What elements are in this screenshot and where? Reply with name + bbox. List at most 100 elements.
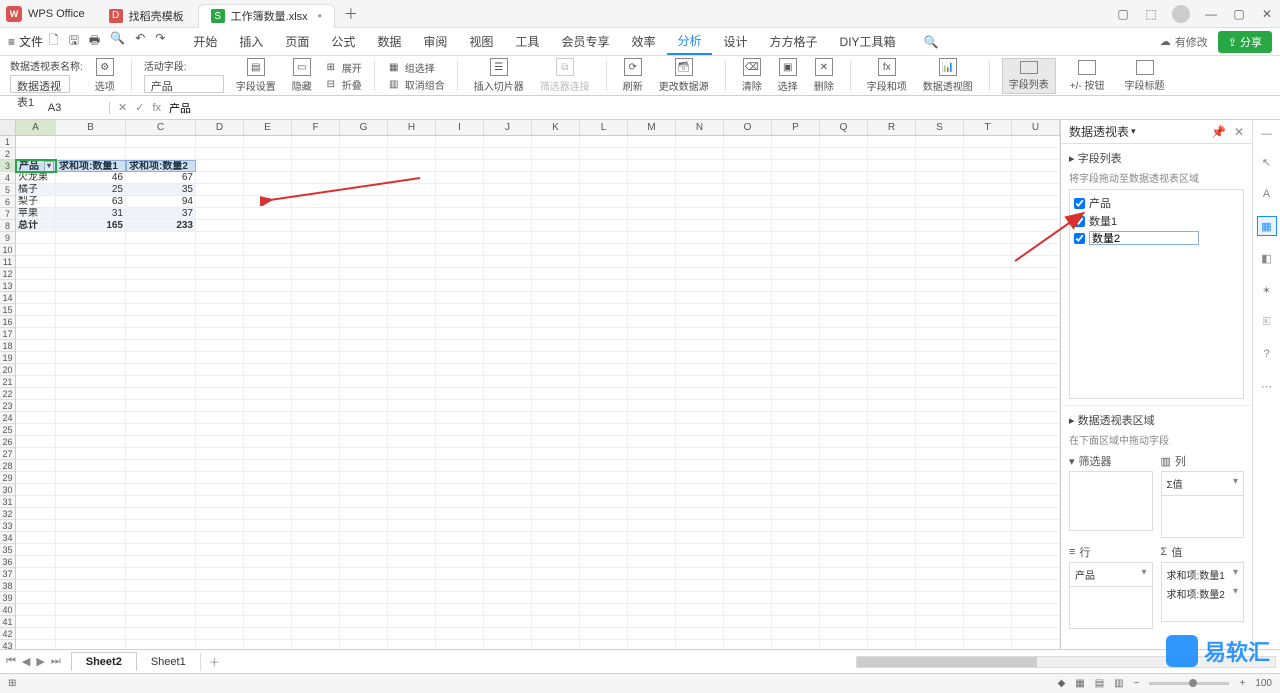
sheet-tab-sheet1[interactable]: Sheet1 bbox=[137, 653, 201, 671]
box-icon[interactable]: ⬚ bbox=[1144, 7, 1158, 21]
values-drop-area[interactable]: 求和项:数量1▾ 求和项:数量2▾ bbox=[1161, 562, 1245, 622]
clear-button[interactable]: ⌫ 清除 bbox=[738, 56, 766, 95]
props-tool-icon[interactable]: ◧ bbox=[1257, 248, 1277, 268]
chevron-down-icon[interactable]: ▾ bbox=[1233, 476, 1238, 491]
new-icon[interactable]: 🗋 bbox=[49, 31, 59, 52]
menu-eff[interactable]: 效率 bbox=[621, 29, 665, 54]
redo-icon[interactable]: ↷ bbox=[155, 31, 165, 52]
rows-drop-area[interactable]: 产品▾ bbox=[1069, 562, 1153, 587]
preview-icon[interactable]: 🔍 bbox=[110, 31, 125, 52]
chevron-down-icon[interactable]: ▾ bbox=[1233, 567, 1238, 582]
settings-tool-icon[interactable]: ✶ bbox=[1257, 280, 1277, 300]
hide-button[interactable]: ▭ 隐藏 bbox=[288, 56, 316, 95]
sheet-prev-icon[interactable]: ◀ bbox=[20, 655, 32, 668]
menu-ffgz[interactable]: 方方格子 bbox=[760, 29, 828, 54]
sheet-first-icon[interactable]: ⏮ bbox=[4, 655, 18, 668]
columns-drop-area[interactable]: Σ值▾ bbox=[1161, 471, 1245, 496]
checkbox[interactable] bbox=[1074, 216, 1085, 227]
tab-template[interactable]: D 找稻壳模板 bbox=[97, 4, 196, 28]
pivot-tool-icon[interactable]: ▦ bbox=[1257, 216, 1277, 236]
collapse-button[interactable]: ⊟折叠 bbox=[324, 77, 362, 92]
close-icon[interactable]: • bbox=[318, 9, 322, 23]
chevron-down-icon[interactable]: ▾ bbox=[1131, 126, 1136, 137]
backup-tool-icon[interactable]: 🗉 bbox=[1257, 312, 1277, 332]
ungroup-button[interactable]: ▥取消组合 bbox=[387, 77, 445, 92]
options-button[interactable]: ⚙ 选项 bbox=[91, 56, 119, 95]
tab-add-button[interactable]: ＋ bbox=[341, 4, 361, 24]
delete-button[interactable]: ✕ 删除 bbox=[810, 56, 838, 95]
menu-view[interactable]: 视图 bbox=[459, 29, 503, 54]
menu-design[interactable]: 设计 bbox=[714, 29, 758, 54]
mode-icon[interactable]: ⊞ bbox=[8, 678, 16, 689]
tab-workbook[interactable]: S 工作簿数量.xlsx • bbox=[198, 4, 335, 28]
field-qty1[interactable]: 数量1 bbox=[1074, 212, 1239, 230]
menu-insert[interactable]: 插入 bbox=[229, 29, 273, 54]
columns-drop-area-ext[interactable] bbox=[1161, 496, 1245, 538]
menu-page[interactable]: 页面 bbox=[275, 29, 319, 54]
view-normal-icon[interactable]: ▦ bbox=[1075, 678, 1084, 689]
menu-member[interactable]: 会员专享 bbox=[551, 29, 619, 54]
style-tool-icon[interactable]: A bbox=[1257, 184, 1277, 204]
select-all-corner[interactable] bbox=[0, 120, 16, 135]
checkbox[interactable] bbox=[1074, 233, 1085, 244]
menu-start[interactable]: 开始 bbox=[183, 29, 227, 54]
check-icon[interactable]: ✓ bbox=[135, 101, 144, 114]
view-break-icon[interactable]: ▥ bbox=[1114, 678, 1123, 689]
stats-icon[interactable]: ◆ bbox=[1058, 678, 1066, 689]
undo-icon[interactable]: ↶ bbox=[135, 31, 145, 52]
field-edit-input[interactable] bbox=[1089, 231, 1199, 245]
pivot-chart-button[interactable]: 📊 数据透视图 bbox=[919, 56, 977, 95]
chevron-down-icon[interactable]: ▾ bbox=[1141, 567, 1146, 582]
group-select-button[interactable]: ▦组选择 bbox=[387, 60, 445, 75]
field-qty2[interactable] bbox=[1074, 230, 1239, 246]
minimize-icon[interactable]: — bbox=[1204, 7, 1218, 21]
area-item[interactable]: Σ值▾ bbox=[1164, 474, 1242, 493]
rows-drop-area-ext[interactable] bbox=[1069, 587, 1153, 629]
search-icon[interactable]: 🔍 bbox=[924, 35, 939, 49]
close-icon[interactable]: ✕ bbox=[1234, 125, 1244, 139]
avatar[interactable] bbox=[1172, 5, 1190, 23]
more-icon[interactable]: ⋯ bbox=[1257, 376, 1277, 396]
area-item[interactable]: 求和项:数量1▾ bbox=[1164, 565, 1242, 584]
field-list-box[interactable]: 产品 数量1 bbox=[1069, 189, 1244, 399]
share-button[interactable]: ⇪ 分享 bbox=[1218, 31, 1272, 53]
area-item[interactable]: 求和项:数量2▾ bbox=[1164, 584, 1242, 603]
plusminus-toggle[interactable]: +/- 按钮 bbox=[1064, 58, 1111, 94]
sheet-next-icon[interactable]: ▶ bbox=[34, 655, 46, 668]
collapse-panel-icon[interactable]: — bbox=[1261, 128, 1272, 140]
close-icon[interactable]: ✕ bbox=[1260, 7, 1274, 21]
refresh-button[interactable]: ⟳ 刷新 bbox=[619, 56, 647, 95]
zoom-slider[interactable] bbox=[1149, 682, 1229, 685]
area-item[interactable]: 产品▾ bbox=[1072, 565, 1150, 584]
sheet-last-icon[interactable]: ⏭ bbox=[49, 655, 63, 668]
add-sheet-button[interactable]: ＋ bbox=[201, 654, 228, 670]
help-tool-icon[interactable]: ? bbox=[1257, 344, 1277, 364]
file-menu[interactable]: ≡ 文件 bbox=[8, 33, 43, 50]
pin-icon[interactable]: 📌 bbox=[1211, 125, 1226, 139]
field-list-toggle[interactable]: 字段列表 bbox=[1002, 58, 1056, 94]
cells-area[interactable]: 产品求和项:数量1求和项:数量2火龙果4667橘子2535梨子6394苹果313… bbox=[16, 136, 1060, 649]
window-app-icon[interactable]: ▢ bbox=[1116, 7, 1130, 21]
change-source-button[interactable]: 🗃 更改数据源 bbox=[655, 56, 713, 95]
menu-diy[interactable]: DIY工具箱 bbox=[830, 29, 906, 54]
chevron-down-icon[interactable]: ▾ bbox=[1233, 586, 1238, 601]
menu-tools[interactable]: 工具 bbox=[505, 29, 549, 54]
print-icon[interactable]: 🖶 bbox=[89, 31, 100, 52]
zoom-out-icon[interactable]: − bbox=[1134, 678, 1140, 689]
menu-data[interactable]: 数据 bbox=[367, 29, 411, 54]
spreadsheet[interactable]: ABCDEFGHIJKLMNOPQRSTU 123456789101112131… bbox=[0, 120, 1060, 649]
formula-input[interactable] bbox=[169, 102, 1272, 114]
menu-analyze[interactable]: 分析 bbox=[667, 28, 711, 55]
field-settings-button[interactable]: ▤ 字段设置 bbox=[232, 56, 280, 95]
checkbox[interactable] bbox=[1074, 198, 1085, 209]
cancel-icon[interactable]: ✕ bbox=[118, 101, 127, 114]
expand-button[interactable]: ⊞展开 bbox=[324, 60, 362, 75]
field-title-toggle[interactable]: 字段标题 bbox=[1119, 58, 1171, 94]
maximize-icon[interactable]: ▢ bbox=[1232, 7, 1246, 21]
zoom-value[interactable]: 100 bbox=[1255, 678, 1272, 689]
menu-review[interactable]: 审阅 bbox=[413, 29, 457, 54]
changes-chip[interactable]: ☁有修改 bbox=[1160, 34, 1208, 50]
field-product[interactable]: 产品 bbox=[1074, 194, 1239, 212]
name-box[interactable]: A3 bbox=[0, 102, 110, 114]
filter-drop-area[interactable] bbox=[1069, 471, 1153, 531]
